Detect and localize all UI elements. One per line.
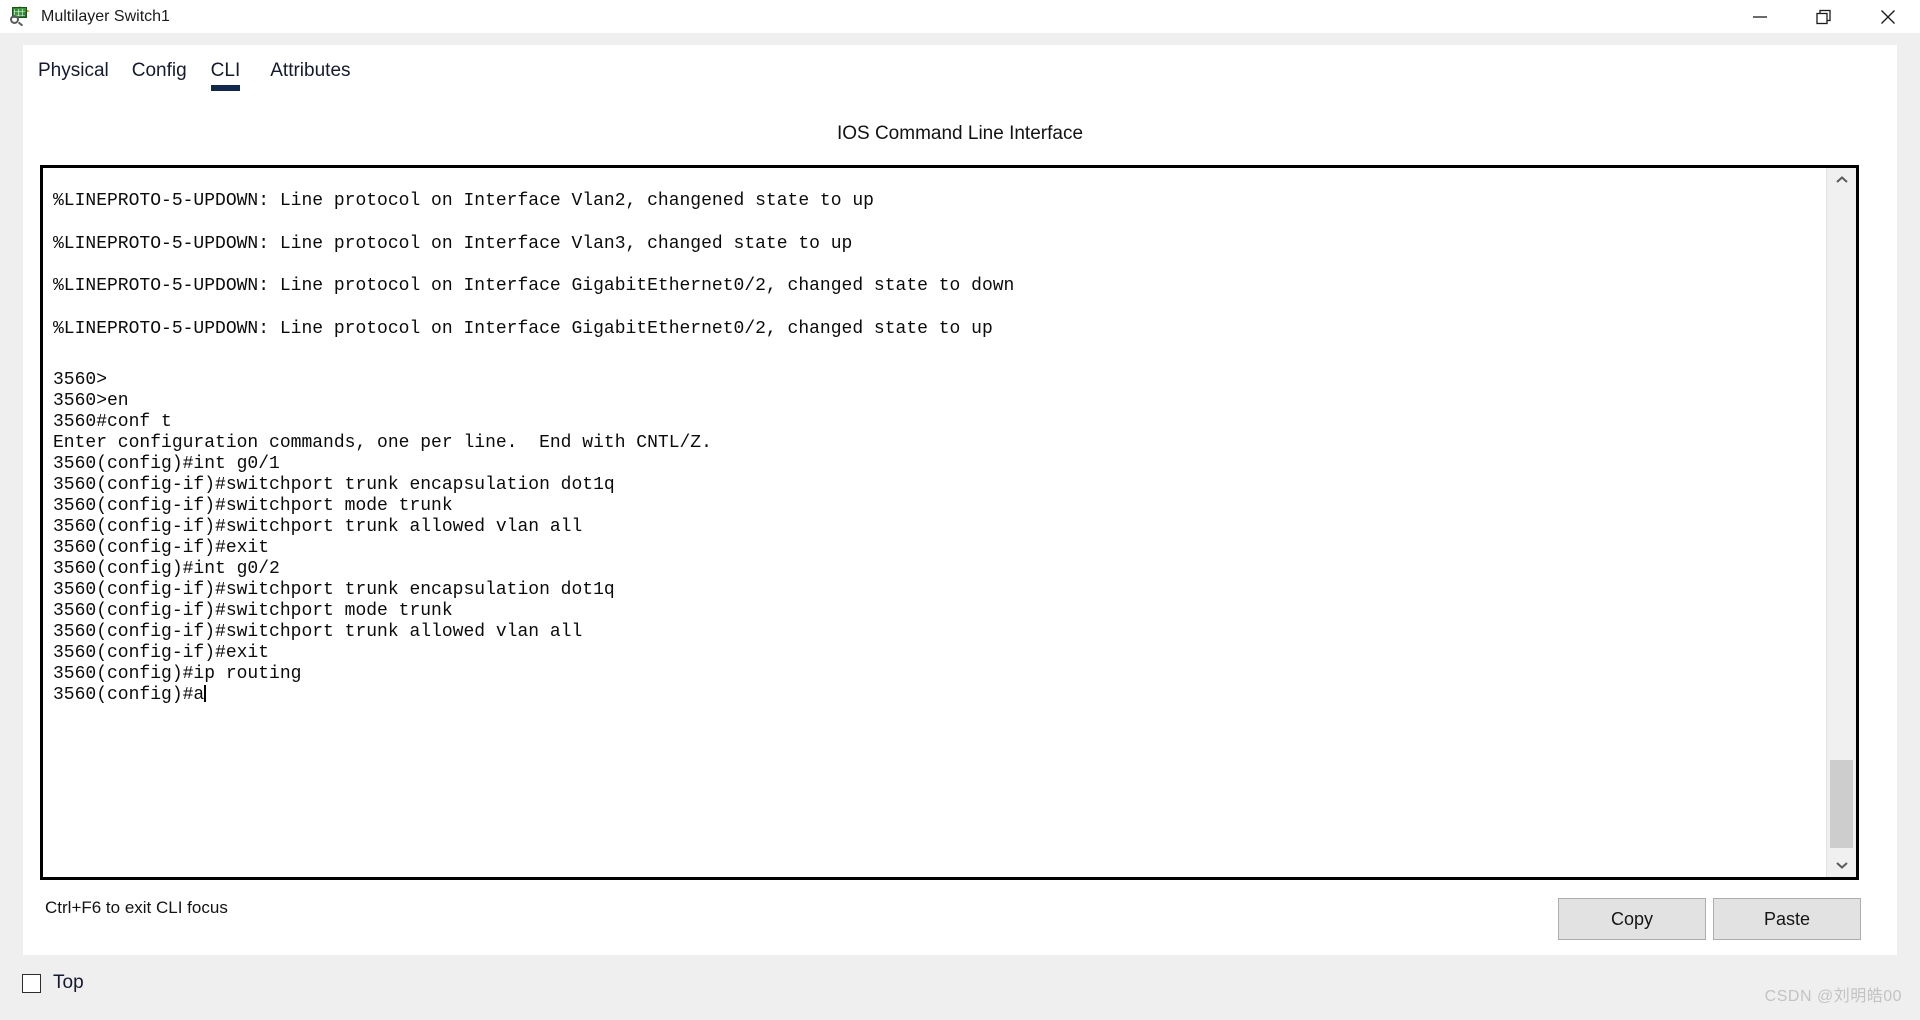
text-cursor (204, 685, 207, 702)
top-checkbox[interactable] (22, 973, 41, 993)
terminal-session-line: 3560(config-if)#switchport trunk encapsu… (53, 475, 615, 495)
cli-terminal[interactable]: %LINEPROTO-5-UPDOWN: Line protocol on In… (40, 165, 1859, 880)
terminal-session-line: 3560>en (53, 391, 129, 411)
terminal-gap (53, 350, 1826, 370)
tab-bar: Physical Config CLI Attributes (23, 45, 1897, 92)
multilayer-switch-icon (10, 5, 32, 28)
paste-button[interactable]: Paste (1713, 898, 1861, 940)
terminal-session-line: Enter configuration commands, one per li… (53, 433, 712, 453)
window-title: Multilayer Switch1 (41, 7, 170, 25)
scrollbar-thumb[interactable] (1830, 760, 1853, 848)
restore-button[interactable] (1792, 0, 1856, 33)
tab-active-underline (210, 85, 241, 91)
tab-attributes[interactable]: Attributes (270, 45, 350, 82)
terminal-session-line: 3560(config-if)#exit (53, 538, 270, 558)
terminal-session-line: 3560(config-if)#exit (53, 643, 270, 663)
minimize-button[interactable] (1728, 0, 1792, 33)
terminal-session-line: 3560(config)#ip routing (53, 664, 302, 684)
terminal-session-line: 3560(config-if)#switchport mode trunk (53, 496, 453, 516)
terminal-prompt-text: 3560(config)#a (53, 685, 205, 705)
chevron-down-icon (1835, 862, 1848, 869)
chevron-up-icon (1835, 176, 1848, 183)
terminal-session-line: 3560> (53, 370, 108, 390)
minimize-icon (1753, 15, 1767, 18)
close-icon (1881, 9, 1895, 24)
terminal-log-line: %LINEPROTO-5-UPDOWN: Line protocol on In… (53, 318, 993, 339)
terminal-session-line: 3560(config)#int g0/2 (53, 559, 280, 579)
terminal-prompt-line[interactable]: 3560(config)#a (53, 685, 1826, 706)
scroll-down-button[interactable] (1827, 853, 1856, 877)
restore-icon (1816, 9, 1831, 24)
window-controls (1728, 0, 1920, 33)
terminal-session-line: 3560(config-if)#switchport mode trunk (53, 601, 453, 621)
terminal-session-line: 3560(config-if)#switchport trunk encapsu… (53, 580, 615, 600)
title-bar: Multilayer Switch1 (0, 0, 1920, 33)
copy-button[interactable]: Copy (1558, 898, 1706, 940)
device-panel: Physical Config CLI Attributes IOS Comma… (23, 45, 1897, 955)
scroll-up-button[interactable] (1827, 168, 1856, 192)
terminal-session-line: 3560(config-if)#switchport trunk allowed… (53, 517, 583, 537)
top-checkbox-label: Top (53, 972, 84, 993)
terminal-output[interactable]: %LINEPROTO-5-UPDOWN: Line protocol on In… (43, 168, 1826, 877)
tab-physical[interactable]: Physical (38, 45, 109, 82)
application-window: Multilayer Switch1 Physical Config CLI A… (0, 0, 1920, 1020)
bottom-bar: Top CSDN @刘明皓00 (0, 955, 1920, 1020)
terminal-session-line: 3560(config-if)#switchport trunk allowed… (53, 622, 583, 642)
terminal-session-line: 3560#conf t (53, 412, 172, 432)
top-checkbox-row[interactable]: Top (22, 972, 84, 994)
tab-cli[interactable]: CLI (210, 45, 241, 91)
terminal-log-line: %LINEPROTO-5-UPDOWN: Line protocol on In… (53, 233, 853, 254)
cli-focus-hint: Ctrl+F6 to exit CLI focus (45, 898, 228, 917)
terminal-log-line: %LINEPROTO-5-UPDOWN: Line protocol on In… (53, 191, 874, 211)
terminal-scrollbar[interactable] (1826, 168, 1856, 877)
watermark: CSDN @刘明皓00 (1764, 988, 1902, 1005)
terminal-log-line: %LINEPROTO-5-UPDOWN: Line protocol on In… (53, 276, 1015, 296)
page-title: IOS Command Line Interface (836, 123, 1084, 144)
tab-config[interactable]: Config (132, 45, 187, 82)
close-button[interactable] (1856, 0, 1920, 33)
terminal-session-line: 3560(config)#int g0/1 (53, 454, 280, 474)
